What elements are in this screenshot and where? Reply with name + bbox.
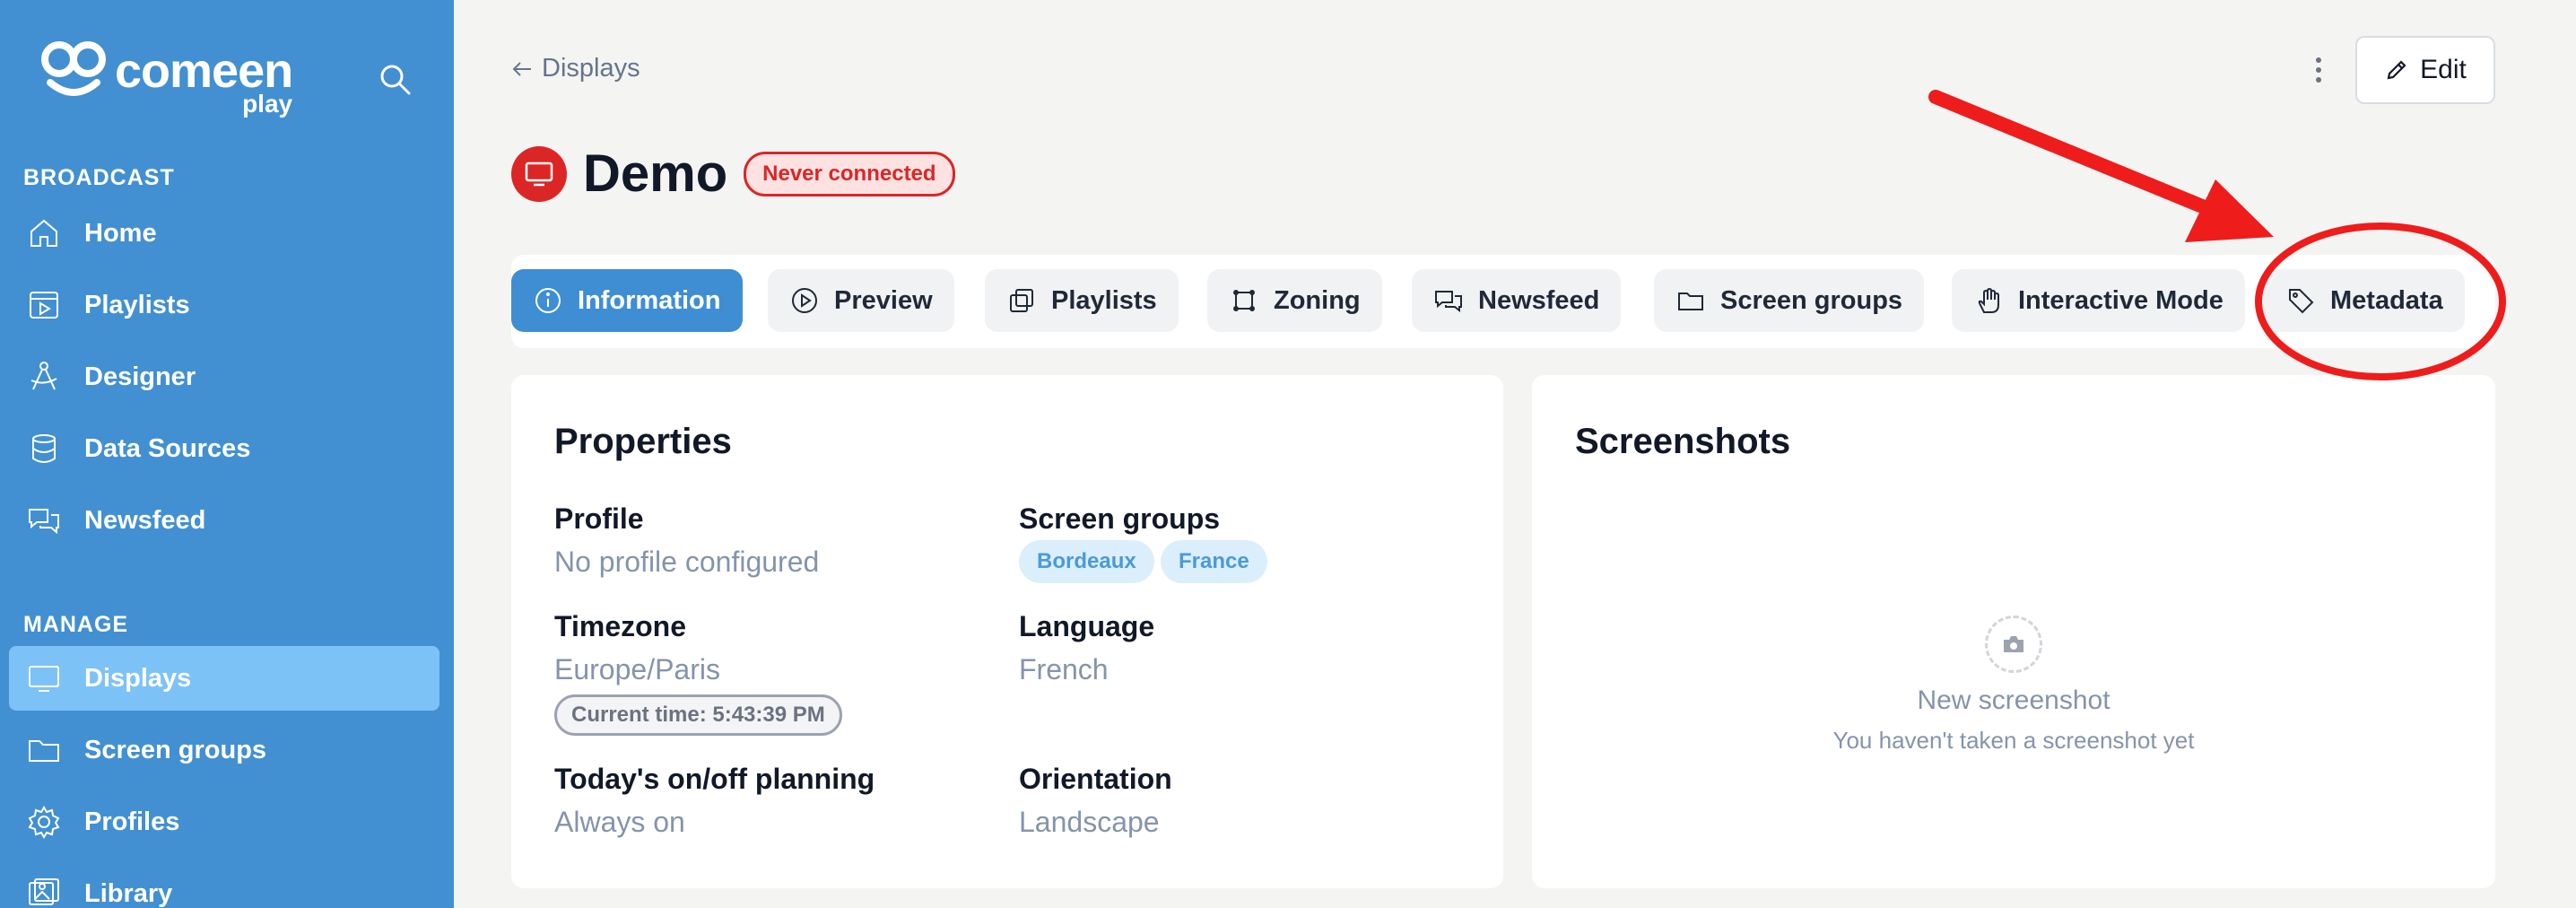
designer-icon [23, 356, 65, 397]
sidebar-item-data-sources[interactable]: Data Sources [9, 416, 439, 481]
tab-metadata[interactable]: Metadata [2264, 269, 2465, 332]
tab-label: Interactive Mode [2018, 285, 2224, 315]
home-icon [23, 213, 65, 254]
sidebar-item-label: Data Sources [84, 433, 251, 463]
sidebar-item-label: Designer [84, 362, 196, 391]
back-link-label: Displays [542, 54, 640, 83]
pencil-icon [2387, 60, 2406, 80]
chat-icon [23, 500, 65, 541]
tag-icon [2289, 289, 2314, 314]
sidebar-item-label: Playlists [84, 290, 190, 319]
profile-label: Profile [554, 502, 644, 535]
screenshot-empty-state[interactable]: New screenshot You haven't taken a scree… [1532, 616, 2495, 755]
sidebar-item-displays[interactable]: Displays [9, 646, 439, 711]
sidebar-item-label: Profiles [84, 807, 180, 836]
annotation-arrow-icon [1928, 90, 2223, 219]
timezone-value: Europe/Paris [554, 653, 720, 685]
chat-icon [1435, 291, 1462, 313]
screen-groups-label: Screen groups [1019, 502, 1221, 535]
tab-label: Newsfeed [1478, 285, 1600, 315]
monitor-icon [23, 658, 65, 699]
gear-icon [23, 801, 65, 843]
more-options-icon[interactable] [2305, 52, 2332, 88]
current-time-badge: Current time: 5:43:39 PM [554, 694, 842, 736]
folder-icon [1678, 292, 1703, 310]
comeen-logo-icon [41, 41, 106, 96]
tab-preview[interactable]: Preview [768, 269, 954, 332]
sidebar-item-label: Screen groups [84, 735, 267, 764]
tab-playlists[interactable]: Playlists [985, 269, 1179, 332]
sidebar-item-designer[interactable]: Designer [9, 345, 439, 409]
orientation-value: Landscape [1019, 806, 1160, 838]
info-icon [535, 288, 561, 313]
brand-logo[interactable]: comeen play [38, 38, 293, 117]
edit-button[interactable]: Edit [2355, 36, 2495, 104]
planning-value: Always on [554, 806, 685, 838]
tab-label: Zoning [1274, 285, 1361, 315]
image-icon [23, 873, 65, 908]
tab-label: Playlists [1051, 285, 1157, 315]
timezone-label: Timezone [554, 610, 686, 642]
tab-newsfeed[interactable]: Newsfeed [1412, 269, 1622, 332]
sidebar-item-profiles[interactable]: Profiles [9, 790, 439, 854]
tab-interactive-mode[interactable]: Interactive Mode [1952, 269, 2245, 332]
language-label: Language [1019, 610, 1155, 642]
database-icon [23, 428, 65, 469]
sidebar: comeen play BROADCAST Home Playlists Des… [0, 0, 454, 908]
camera-icon [1985, 616, 2042, 673]
tab-label: Preview [834, 285, 933, 315]
brand-name: comeen [115, 44, 293, 98]
planning-label: Today's on/off planning [554, 763, 875, 795]
properties-card: Properties Profile No profile configured… [511, 375, 1503, 888]
display-status-icon [511, 145, 567, 202]
sidebar-item-label: Home [84, 218, 157, 248]
back-link[interactable]: Displays [509, 54, 640, 83]
sidebar-item-playlists[interactable]: Playlists [9, 273, 439, 337]
sidebar-item-screen-groups[interactable]: Screen groups [9, 718, 439, 782]
section-manage: MANAGE [23, 612, 129, 637]
tab-label: Screen groups [1720, 285, 1903, 315]
title-row: Demo Never connected [511, 144, 955, 204]
orientation-label: Orientation [1019, 763, 1172, 795]
section-broadcast: BROADCAST [23, 165, 175, 190]
tab-label: Metadata [2330, 285, 2443, 315]
properties-title: Properties [554, 422, 732, 461]
page-title: Demo [583, 144, 728, 203]
screenshots-card: Screenshots New screenshot You haven't t… [1532, 375, 2495, 888]
tab-zoning[interactable]: Zoning [1207, 269, 1382, 332]
sidebar-item-newsfeed[interactable]: Newsfeed [9, 488, 439, 553]
playlist-icon [23, 284, 65, 326]
search-icon[interactable] [377, 61, 414, 99]
screenshots-title: Screenshots [1575, 422, 1791, 461]
sidebar-item-label: Newsfeed [84, 505, 206, 535]
sidebar-item-label: Library [84, 878, 173, 908]
folder-icon [23, 729, 65, 771]
hand-icon [1978, 287, 1999, 313]
play-icon [792, 288, 817, 313]
sidebar-item-label: Displays [84, 663, 192, 693]
tab-screen-groups[interactable]: Screen groups [1654, 269, 1925, 332]
sidebar-item-library[interactable]: Library [9, 861, 439, 908]
edit-button-label: Edit [2420, 55, 2467, 84]
sidebar-item-home[interactable]: Home [9, 201, 439, 266]
profile-value: No profile configured [554, 546, 820, 578]
annotation-arrowhead-icon [2185, 179, 2274, 242]
arrow-left-icon [512, 61, 531, 76]
new-screenshot-label: New screenshot [1917, 685, 2110, 715]
status-badge: Never connected [744, 151, 955, 196]
language-value: French [1019, 653, 1109, 685]
copy-icon [1010, 289, 1033, 312]
tab-information[interactable]: Information [511, 269, 743, 332]
no-screenshot-message: You haven't taken a screenshot yet [1832, 727, 2195, 754]
crop-icon [1233, 290, 1255, 311]
tabs-bar: Information Preview Playlists Zoning New… [511, 255, 2495, 348]
tab-label: Information [578, 285, 721, 315]
group-chip-bordeaux[interactable]: Bordeaux [1019, 540, 1154, 583]
group-chip-france[interactable]: France [1161, 540, 1267, 583]
